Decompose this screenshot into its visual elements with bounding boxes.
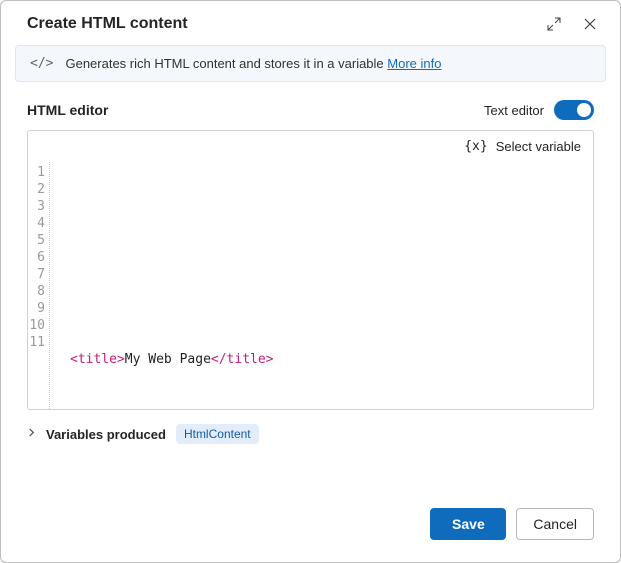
code-icon: </>	[30, 56, 53, 71]
more-info-link[interactable]: More info	[387, 56, 441, 71]
variables-row[interactable]: Variables produced HtmlContent	[27, 424, 594, 444]
line-gutter: 1234567891011	[28, 162, 50, 409]
header-actions	[546, 16, 598, 32]
dialog-title: Create HTML content	[27, 15, 546, 33]
variable-chip[interactable]: HtmlContent	[176, 424, 259, 444]
info-banner: </> Generates rich HTML content and stor…	[15, 45, 606, 82]
variables-label: Variables produced	[46, 427, 166, 442]
toggle-label: Text editor	[484, 103, 544, 118]
dialog-body: HTML editor Text editor {x} Select varia…	[1, 82, 620, 488]
variable-icon: {x}	[464, 139, 487, 154]
editor-frame: {x} Select variable 1234567891011 <title…	[27, 130, 594, 410]
dialog-header: Create HTML content	[1, 1, 620, 45]
text-editor-toggle-group: Text editor	[484, 100, 594, 120]
expand-icon[interactable]	[546, 16, 562, 32]
text-editor-toggle[interactable]	[554, 100, 594, 120]
code-editor[interactable]: 1234567891011 <title>My Web Page</title>…	[28, 162, 593, 409]
editor-toolbar: {x} Select variable	[28, 131, 593, 162]
banner-text-content: Generates rich HTML content and stores i…	[65, 56, 387, 71]
code-content: <title>My Web Page</title> <h1>Welcome t…	[50, 162, 593, 409]
banner-text: Generates rich HTML content and stores i…	[65, 56, 441, 71]
editor-header: HTML editor Text editor	[27, 100, 594, 120]
cancel-button[interactable]: Cancel	[516, 508, 594, 540]
save-button[interactable]: Save	[430, 508, 506, 540]
close-icon[interactable]	[582, 16, 598, 32]
chevron-right-icon	[27, 428, 36, 440]
editor-title: HTML editor	[27, 102, 108, 118]
select-variable-button[interactable]: Select variable	[496, 139, 581, 154]
dialog: Create HTML content </> Generates rich H…	[0, 0, 621, 563]
dialog-footer: Save Cancel	[1, 488, 620, 562]
